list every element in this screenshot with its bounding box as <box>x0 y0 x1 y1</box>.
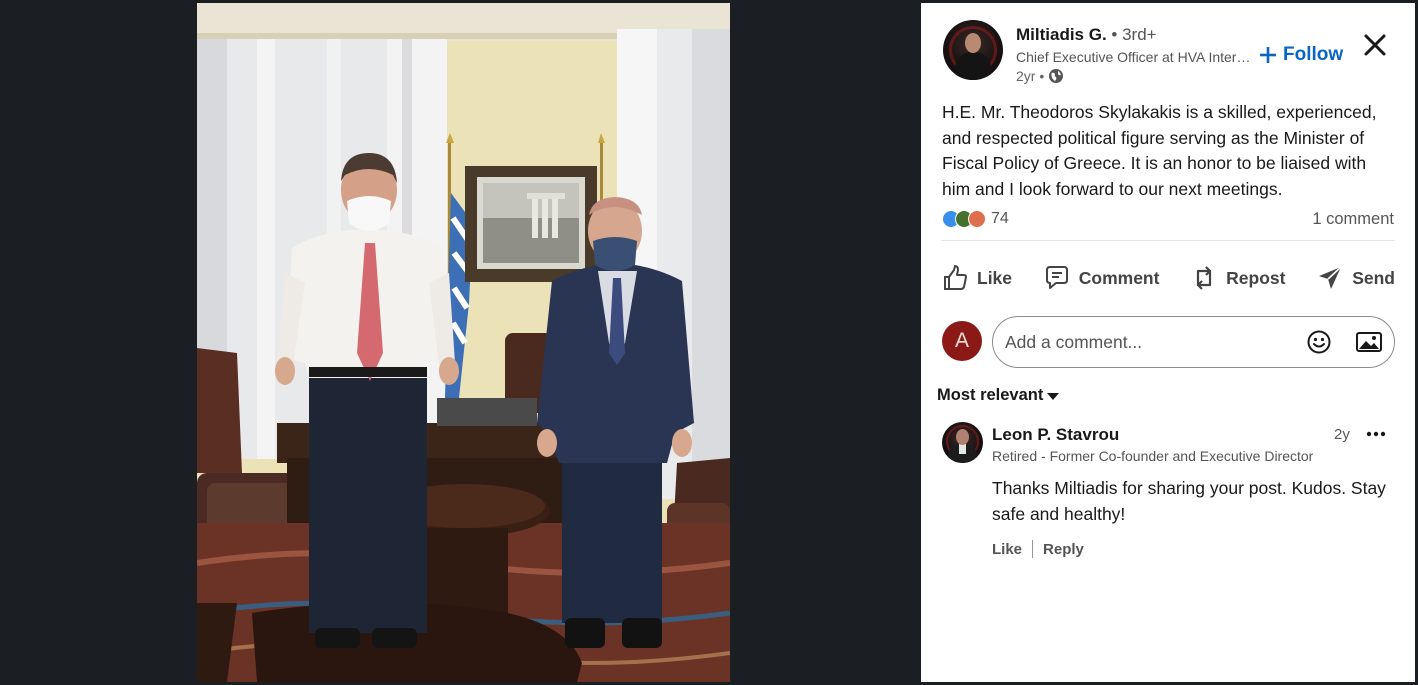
reactions-summary[interactable]: 74 <box>942 208 1009 230</box>
send-icon <box>1319 266 1342 289</box>
globe-icon <box>1049 69 1064 83</box>
comment-text: Thanks Miltiadis for sharing your post. … <box>992 478 1386 524</box>
current-user-avatar[interactable]: A <box>942 321 982 361</box>
author-avatar[interactable] <box>943 20 1003 80</box>
thumbs-up-icon <box>944 265 967 290</box>
comment-like-button[interactable]: Like <box>992 541 1022 558</box>
photo-illustration <box>197 3 730 682</box>
close-icon[interactable] <box>1361 31 1389 59</box>
like-label: Like <box>977 267 1013 288</box>
follow-button[interactable]: Follow <box>1259 41 1343 69</box>
emoji-icon[interactable] <box>1306 329 1332 355</box>
photo-viewer <box>3 3 920 682</box>
author-name[interactable]: Miltiadis G. <box>1016 25 1107 44</box>
comment-time: 2y <box>1334 426 1350 443</box>
sort-label: Most relevant <box>937 386 1044 404</box>
separator <box>1032 540 1034 558</box>
send-button[interactable]: Send <box>1316 264 1395 292</box>
image-icon[interactable] <box>1355 329 1383 355</box>
commenter-name[interactable]: Leon P. Stavrou <box>992 425 1119 445</box>
love-reaction-icon <box>968 210 986 228</box>
post-text: H.E. Mr. Theodoros Skylakakis is a skill… <box>942 102 1377 199</box>
comment-input[interactable] <box>1005 331 1295 353</box>
commenter-headline: Retired - Former Co-founder and Executiv… <box>992 448 1314 464</box>
like-button[interactable]: Like <box>941 264 1012 292</box>
sort-dropdown[interactable]: Most relevant <box>937 386 1060 405</box>
follow-label: Follow <box>1283 44 1344 65</box>
post-actions: Like Comment Repost Send <box>941 258 1395 298</box>
plus-icon <box>1260 47 1276 63</box>
repost-icon <box>1197 266 1212 290</box>
repost-button[interactable]: Repost <box>1190 264 1285 292</box>
comment-label: Comment <box>1078 267 1160 288</box>
author-line: Miltiadis G. • 3rd+ <box>1016 24 1157 46</box>
comment-button[interactable]: Comment <box>1043 264 1160 292</box>
comment-composer[interactable] <box>992 316 1395 368</box>
comment-icon <box>1045 266 1068 289</box>
post-time: 2yr • <box>1016 68 1045 84</box>
send-label: Send <box>1352 267 1395 288</box>
author-title: Chief Executive Officer at HVA Internati… <box>1016 49 1252 65</box>
post-detail-panel: Miltiadis G. • 3rd+ Chief Executive Offi… <box>921 3 1415 682</box>
repost-label: Repost <box>1226 267 1286 288</box>
comment-count[interactable]: 1 comment <box>1312 210 1394 229</box>
commenter-avatar[interactable] <box>942 422 983 463</box>
comment-actions: Like Reply <box>992 538 1084 560</box>
post-meta: 2yr • <box>1016 67 1064 85</box>
divider <box>941 240 1395 241</box>
more-options-icon[interactable] <box>1364 422 1388 446</box>
caret-down-icon <box>1047 393 1060 400</box>
post-photo[interactable] <box>197 3 730 682</box>
connection-degree: • 3rd+ <box>1111 25 1157 44</box>
reaction-count: 74 <box>991 210 1009 227</box>
comment-reply-button[interactable]: Reply <box>1043 541 1084 558</box>
